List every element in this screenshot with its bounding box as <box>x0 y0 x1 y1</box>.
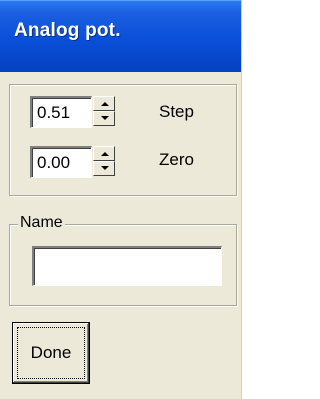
step-down-button[interactable] <box>93 111 115 126</box>
analog-pot-dialog: Analog pot. 0.51 Step 0.00 Zero Name Don… <box>0 0 242 399</box>
done-label: Done <box>30 343 72 362</box>
zero-spinner <box>93 146 115 176</box>
zero-down-button[interactable] <box>93 161 115 176</box>
zero-up-button[interactable] <box>93 146 115 161</box>
title-bar[interactable]: Analog pot. <box>0 0 241 72</box>
zero-label: Zero <box>159 150 194 169</box>
name-input[interactable] <box>32 246 222 286</box>
done-button[interactable]: Done <box>12 322 90 384</box>
step-label: Step <box>159 102 194 121</box>
window-title: Analog pot. <box>14 20 121 41</box>
step-up-button[interactable] <box>93 96 115 111</box>
step-spinner <box>93 96 115 126</box>
zero-input[interactable]: 0.00 <box>30 146 92 178</box>
arrow-up-icon <box>101 152 109 156</box>
arrow-down-icon <box>101 166 109 170</box>
arrow-down-icon <box>101 116 109 120</box>
name-legend: Name <box>18 214 65 232</box>
step-input[interactable]: 0.51 <box>30 96 92 128</box>
arrow-up-icon <box>101 102 109 106</box>
